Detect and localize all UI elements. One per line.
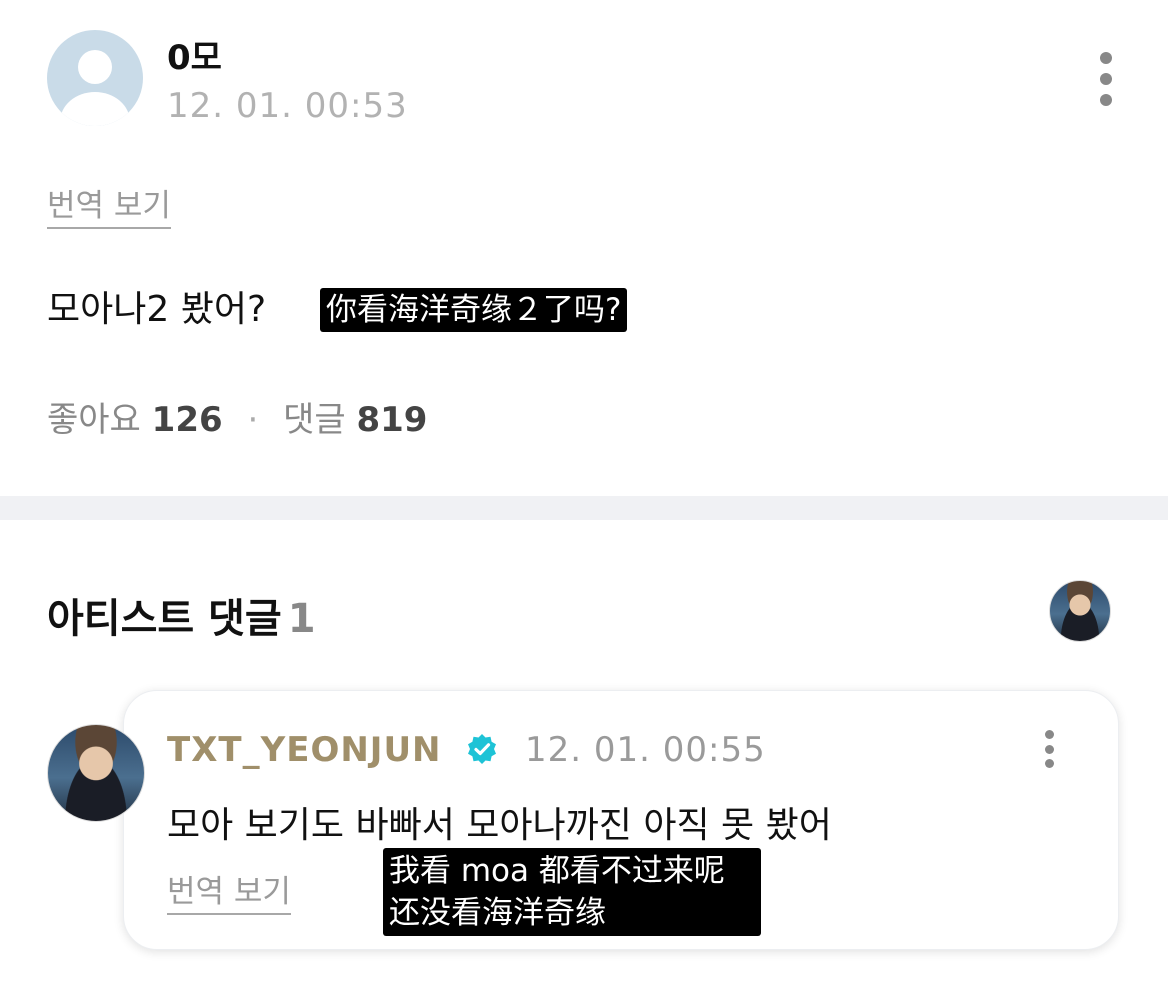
post-stats: 좋아요 126 · 댓글 819: [47, 392, 427, 441]
comment-caption-line2: 还没看海洋奇缘: [389, 895, 606, 931]
post-body-text: 모아나2 봤어?: [47, 289, 267, 330]
comments-label[interactable]: 댓글: [283, 400, 346, 440]
post-author-name[interactable]: 0모: [167, 30, 222, 79]
comments-count: 819: [356, 400, 428, 440]
artist-comments-heading: 아티스트 댓글 1: [47, 586, 316, 644]
comment-caption-overlay: 我看 moa 都看不过来呢 还没看海洋奇缘: [383, 848, 761, 936]
comment-more-options-icon[interactable]: [1042, 730, 1056, 768]
artist-avatar-small[interactable]: [1049, 580, 1111, 642]
comment-author-avatar[interactable]: [47, 724, 145, 822]
comment-translate-link[interactable]: 번역 보기: [167, 866, 291, 915]
comment-caption-line1: 我看 moa 都看不过来呢: [389, 853, 725, 889]
stats-separator: ·: [247, 400, 259, 440]
section-divider: [0, 496, 1168, 520]
likes-count: 126: [151, 400, 223, 440]
comment-author-name[interactable]: TXT_YEONJUN: [167, 730, 442, 770]
artist-comments-count: 1: [287, 596, 316, 642]
comment-timestamp: 12. 01. 00:55: [525, 730, 766, 770]
likes-label[interactable]: 좋아요: [47, 400, 141, 440]
post-timestamp: 12. 01. 00:53: [167, 86, 408, 126]
post-caption-overlay: 你看海洋奇缘２了吗?: [320, 288, 628, 332]
comment-body-text: 모아 보기도 바빠서 모아나까진 아직 못 봤어: [167, 805, 832, 846]
artist-comments-title: 아티스트 댓글: [47, 596, 282, 642]
avatar-placeholder-head: [78, 50, 112, 84]
post-translate-link[interactable]: 번역 보기: [47, 180, 171, 229]
post-more-options-icon[interactable]: [1099, 52, 1113, 106]
author-avatar[interactable]: [47, 30, 143, 126]
verified-badge-icon: [468, 734, 496, 764]
avatar-placeholder-body: [60, 92, 130, 126]
